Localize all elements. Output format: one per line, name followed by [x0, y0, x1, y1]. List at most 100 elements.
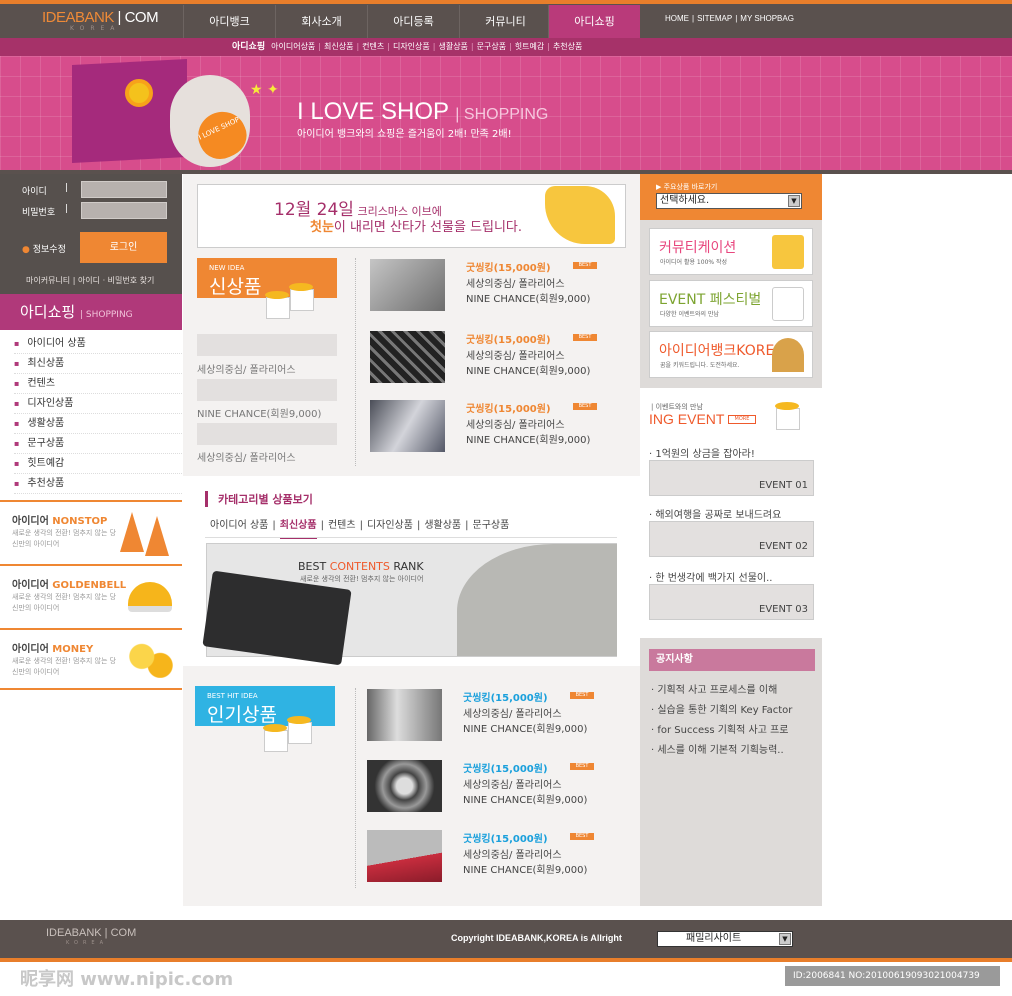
keypad-image: [202, 570, 352, 666]
section-en-label: NEW IDEA: [209, 264, 245, 272]
hard-disk-image: [457, 544, 617, 656]
product-note: NINE CHANCE(회원9,000): [466, 366, 591, 377]
left-menu-item[interactable]: ▪ 문구상품: [14, 434, 182, 454]
logo-subtitle: KOREA: [70, 25, 121, 32]
nav-item-adibank[interactable]: 아디뱅크: [183, 5, 275, 38]
placeholder-bar: [197, 334, 337, 356]
subnav-item[interactable]: 최신상품: [324, 42, 353, 51]
left-menu-item[interactable]: ▪ 생활상품: [14, 414, 182, 434]
chevron-down-icon[interactable]: ▼: [779, 933, 791, 945]
left-menu-item[interactable]: ▪ 힛트예감: [14, 454, 182, 474]
left-menu-title-sub: | SHOPPING: [79, 310, 133, 320]
xmas-line2-text: 이 내리면 산타가 선물을 드립니다.: [333, 220, 523, 235]
more-button[interactable]: MORE: [728, 415, 756, 424]
communication-banner[interactable]: 커뮤티케이션 아이디어 활용 100% 작성: [649, 228, 813, 275]
product-price[interactable]: 굿씽킹(15,000원): [466, 259, 551, 274]
util-sitemap-link[interactable]: SITEMAP: [697, 14, 732, 23]
id-input[interactable]: [81, 181, 167, 198]
event-question[interactable]: · 한 번생각에 백가지 선물이..: [649, 569, 772, 584]
nav-item-community[interactable]: 커뮤니티: [459, 5, 551, 38]
category-tab[interactable]: 문구상품: [473, 520, 510, 531]
quick-select[interactable]: 선택하세요. ▼: [656, 193, 802, 209]
subnav-item[interactable]: 추천상품: [553, 42, 582, 51]
event-question[interactable]: · 1억원의 상금을 잡아라!: [649, 445, 755, 460]
chevron-down-icon[interactable]: ▼: [788, 195, 800, 207]
product-price[interactable]: 굿씽킹(15,000원): [466, 331, 551, 346]
product-item[interactable]: 굿씽킹(15,000원) BEST 세상의중심/ 폴라리어스 NINE CHAN…: [367, 760, 622, 816]
left-menu-label: 컨텐츠: [27, 378, 56, 389]
notice-item[interactable]: · 기획적 사고 프로세스를 이해: [651, 681, 816, 696]
product-item[interactable]: 굿씽킹(15,000원) BEST 세상의중심/ 폴라리어스 NINE CHAN…: [370, 331, 625, 387]
nav-item-register[interactable]: 아디등록: [367, 5, 459, 38]
divider: [355, 688, 356, 888]
event-box[interactable]: EVENT 02: [649, 521, 814, 557]
ideabank-korea-banner[interactable]: 아이디어뱅크KOREA 꿈을 키워드립니다. 도전하세요.: [649, 331, 813, 378]
nav-item-company[interactable]: 회사소개: [275, 5, 367, 38]
promo-nonstop[interactable]: 아이디어 NONSTOP 새로운 생각의 전환! 멈추지 않는 당신만의 아이디…: [0, 500, 182, 562]
left-menu-item[interactable]: ▪ 최신상품: [14, 354, 182, 374]
left-menu-item[interactable]: ▪ 디자인상품: [14, 394, 182, 414]
site-logo[interactable]: IDEABANK | COM: [42, 9, 159, 26]
notice-item[interactable]: · 세스를 이해 기본적 기획능력..: [651, 741, 816, 756]
event-question[interactable]: · 해외여행을 공짜로 보내드려요: [649, 506, 781, 521]
category-tab[interactable]: 디자인상품: [367, 520, 413, 531]
login-links[interactable]: 마이커뮤니티 | 아이디 · 비밀번호 찾기: [26, 275, 154, 286]
edit-info-link[interactable]: ● 정보수정: [22, 242, 66, 255]
left-menu-item[interactable]: ▪ 추천상품: [14, 474, 182, 494]
category-tab[interactable]: 컨텐츠: [328, 520, 356, 531]
product-item[interactable]: 굿씽킹(15,000원) BEST 세상의중심/ 폴라리어스 NINE CHAN…: [370, 259, 625, 315]
side-text: 세상의중심/ 폴라리어스: [197, 453, 296, 464]
product-price[interactable]: 굿씽킹(15,000원): [463, 760, 548, 775]
left-menu-label: 생활상품: [27, 418, 65, 429]
product-thumbnail[interactable]: [370, 331, 445, 383]
notice-header[interactable]: 공지사항: [649, 649, 815, 671]
login-button[interactable]: 로그인: [80, 232, 167, 263]
notice-item[interactable]: · for Success 기획적 사고 프로: [651, 721, 816, 736]
promo-desc: 새로운 생각의 전환! 멈추지 않는 당신만의 아이디어: [12, 593, 117, 612]
banner-caption: 새로운 생각의 전환! 멈추지 않는 아이디어: [300, 575, 424, 583]
product-thumbnail[interactable]: [367, 830, 442, 882]
family-site-select[interactable]: 패밀리사이트 ▼: [657, 931, 793, 947]
product-price[interactable]: 굿씽킹(15,000원): [466, 400, 551, 415]
quick-select-value: 선택하세요.: [660, 195, 710, 206]
promo-money[interactable]: 아이디어 MONEY 새로운 생각의 전환! 멈추지 않는 당신만의 아이디어: [0, 628, 182, 690]
left-menu-item[interactable]: ▪ 아이디어 상품: [14, 334, 182, 354]
product-thumbnail[interactable]: [370, 400, 445, 452]
product-thumbnail[interactable]: [367, 689, 442, 741]
promo-goldenbell[interactable]: 아이디어 GOLDENBELL 새로운 생각의 전환! 멈추지 않는 당신만의 …: [0, 564, 182, 626]
product-item[interactable]: 굿씽킹(15,000원) BEST 세상의중심/ 폴라리어스 NINE CHAN…: [370, 400, 625, 456]
event-festival-banner[interactable]: EVENT 페스티벌 다양한 이벤트와의 만남: [649, 280, 813, 327]
product-note: NINE CHANCE(회원9,000): [463, 795, 588, 806]
product-thumbnail[interactable]: [370, 259, 445, 311]
util-home-link[interactable]: HOME: [665, 14, 689, 23]
event-box[interactable]: EVENT 03: [649, 584, 814, 620]
tab-underline: [205, 537, 617, 538]
product-thumbnail[interactable]: [367, 760, 442, 812]
event-box[interactable]: EVENT 01: [649, 460, 814, 496]
product-price[interactable]: 굿씽킹(15,000원): [463, 689, 548, 704]
subnav-item[interactable]: 문구상품: [477, 42, 506, 51]
footer-logo-sub: KOREA: [66, 940, 108, 946]
promo-desc: 새로운 생각의 전환! 멈추지 않는 당신만의 아이디어: [12, 657, 117, 676]
logo-main: IDEABANK: [42, 9, 114, 26]
notice-item[interactable]: · 실습을 통한 기획의 Key Factor: [651, 701, 816, 716]
subnav-item[interactable]: 아이디어상품: [271, 42, 315, 51]
nav-item-shopping[interactable]: 아디쇼핑: [548, 5, 640, 38]
subnav-item[interactable]: 생활상품: [438, 42, 467, 51]
product-item[interactable]: 굿씽킹(15,000원) BEST 세상의중심/ 폴라리어스 NINE CHAN…: [367, 830, 622, 886]
subnav-item[interactable]: 디자인상품: [393, 42, 430, 51]
category-tab[interactable]: 아이디어 상품: [210, 520, 268, 531]
category-tab[interactable]: 생활상품: [424, 520, 461, 531]
product-item[interactable]: 굿씽킹(15,000원) BEST 세상의중심/ 폴라리어스 NINE CHAN…: [367, 689, 622, 745]
subnav-item[interactable]: 컨텐츠: [362, 42, 384, 51]
password-input[interactable]: [81, 202, 167, 219]
watermark-id: ID:2006841 NO:20100619093021004739: [785, 966, 1000, 986]
banner-subtitle: 아이디어 뱅크와의 쇼핑은 즐거움이 2배! 만족 2배!: [297, 129, 512, 140]
subnav-item[interactable]: 힛트예감: [515, 42, 544, 51]
category-banner[interactable]: BEST CONTENTS RANK 새로운 생각의 전환! 멈추지 않는 아이…: [202, 543, 617, 666]
util-shopbag-link[interactable]: MY SHOPBAG: [740, 14, 794, 23]
left-menu-item[interactable]: ▪ 컨텐츠: [14, 374, 182, 394]
footer-spacer: [0, 906, 1012, 920]
product-price[interactable]: 굿씽킹(15,000원): [463, 830, 548, 845]
best-badge: BEST: [573, 334, 597, 341]
